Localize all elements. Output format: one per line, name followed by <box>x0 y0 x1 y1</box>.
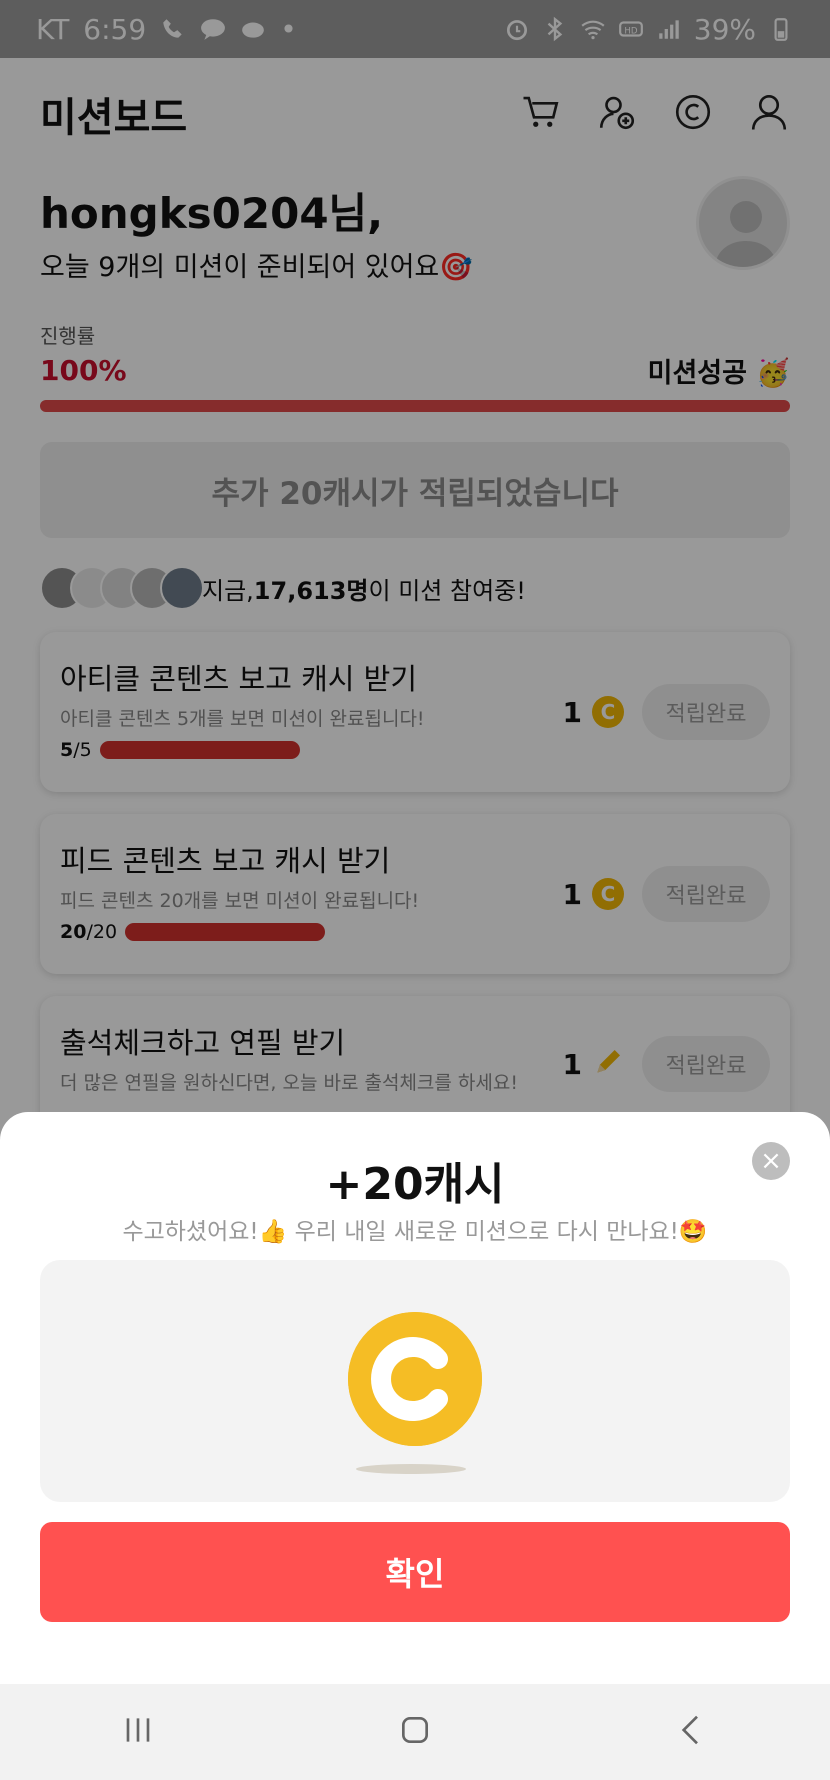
sheet-title: +20캐시 <box>325 1159 505 1210</box>
cash-coin-icon <box>348 1312 482 1446</box>
coin-illustration-box <box>40 1260 790 1502</box>
confirm-button[interactable]: 확인 <box>40 1522 790 1622</box>
coin-shadow <box>356 1464 466 1474</box>
system-nav-bar <box>0 1684 830 1780</box>
reward-sheet: × +20캐시 수고하셨어요!👍 우리 내일 새로운 미션으로 다시 만나요!🤩… <box>0 1112 830 1684</box>
back-icon[interactable] <box>672 1710 712 1754</box>
recents-icon[interactable] <box>118 1710 158 1754</box>
home-icon[interactable] <box>395 1710 435 1754</box>
sheet-subtitle: 수고하셨어요!👍 우리 내일 새로운 미션으로 다시 만나요!🤩 <box>122 1219 708 1245</box>
